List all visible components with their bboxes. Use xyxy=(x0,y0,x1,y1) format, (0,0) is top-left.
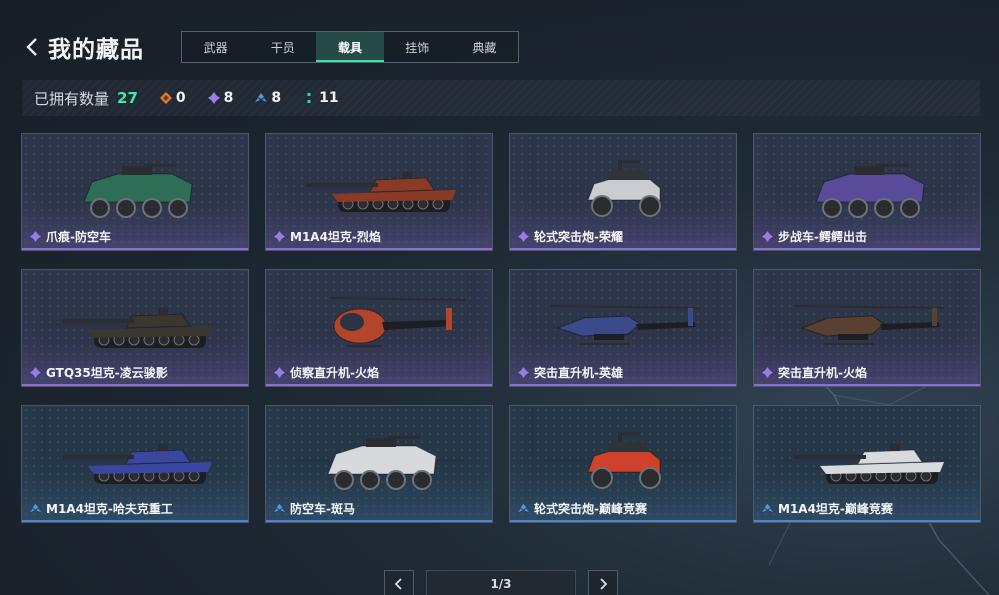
item-label: 轮式突击炮-巅峰竞赛 xyxy=(518,500,647,517)
item-name: 步战车-鳄鳄出击 xyxy=(778,230,867,244)
purple-rarity-icon xyxy=(762,367,773,378)
orange-rarity-icon xyxy=(159,92,172,104)
item-name: 轮式突击炮-巅峰竞赛 xyxy=(534,502,647,516)
collection-card[interactable]: 轮式突击炮-巅峰竞赛 xyxy=(509,405,737,523)
item-label: GTQ35坦克-凌云骏影 xyxy=(30,364,168,381)
rarity-underline xyxy=(510,384,736,386)
collection-card[interactable]: M1A4坦克-烈焰 xyxy=(265,133,493,251)
purple-rarity-icon xyxy=(274,231,285,242)
item-name: 突击直升机-火焰 xyxy=(778,366,867,380)
item-label: 步战车-鳄鳄出击 xyxy=(762,228,867,245)
rarity-purple: 8 xyxy=(207,90,234,106)
rarity-orange: 0 xyxy=(159,90,186,106)
rarity-blue: 8 xyxy=(255,90,281,106)
tab-vehicles[interactable]: 载具 xyxy=(316,32,384,62)
rarity-underline xyxy=(510,520,736,522)
item-name: 侦察直升机-火焰 xyxy=(290,366,379,380)
purple-rarity-icon xyxy=(30,367,41,378)
item-name: 防空车-斑马 xyxy=(290,502,355,516)
rarity-underline xyxy=(22,248,248,250)
chevron-left-icon xyxy=(394,578,402,590)
tab-label: 干员 xyxy=(270,40,295,55)
rarity-underline xyxy=(510,248,736,250)
owned-label: 已拥有数量 xyxy=(34,89,110,108)
tab-label: 挂饰 xyxy=(405,40,430,55)
item-label: M1A4坦克-巅峰竞赛 xyxy=(762,500,893,517)
collection-card[interactable]: 突击直升机-火焰 xyxy=(753,269,981,387)
rarity-underline xyxy=(754,248,980,250)
page-title: 我的藏品 xyxy=(48,37,144,63)
header: 我的藏品 xyxy=(22,30,144,64)
blue-rarity-icon xyxy=(30,503,41,514)
rarity-underline xyxy=(22,520,248,522)
item-label: 侦察直升机-火焰 xyxy=(274,364,379,381)
page-indicator: 1/3 xyxy=(426,570,576,595)
blue-rarity-icon xyxy=(255,92,268,104)
item-label: M1A4坦克-哈夫克重工 xyxy=(30,500,173,517)
tab-collection[interactable]: 典藏 xyxy=(451,32,518,62)
category-tabs: 武器 干员 载具 挂饰 典藏 xyxy=(181,31,519,63)
purple-rarity-icon xyxy=(518,231,529,242)
item-name: 爪痕-防空车 xyxy=(46,230,111,244)
rarity-count: 0 xyxy=(175,90,186,106)
rarity-underline xyxy=(266,384,492,386)
collection-card[interactable]: M1A4坦克-巅峰竞赛 xyxy=(753,405,981,523)
owned-count: 27 xyxy=(117,89,138,107)
blue-rarity-icon xyxy=(518,503,529,514)
collection-card[interactable]: 突击直升机-英雄 xyxy=(509,269,737,387)
collection-card[interactable]: 爪痕-防空车 xyxy=(21,133,249,251)
rarity-count: 8 xyxy=(271,90,282,106)
item-label: 轮式突击炮-荣耀 xyxy=(518,228,623,245)
rarity-count: 8 xyxy=(223,90,234,106)
collection-card[interactable]: 防空车-斑马 xyxy=(265,405,493,523)
blue-rarity-icon xyxy=(762,503,773,514)
rarity-underline xyxy=(266,520,492,522)
tab-weapons[interactable]: 武器 xyxy=(182,32,249,62)
rarity-underline xyxy=(22,384,248,386)
blue-rarity-icon xyxy=(274,503,285,514)
item-label: 防空车-斑马 xyxy=(274,500,355,517)
item-label: M1A4坦克-烈焰 xyxy=(274,228,381,245)
item-name: GTQ35坦克-凌云骏影 xyxy=(46,366,168,380)
item-name: M1A4坦克-哈夫克重工 xyxy=(46,502,173,516)
chevron-left-icon xyxy=(26,38,37,56)
tab-label: 典藏 xyxy=(472,40,497,55)
item-name: 轮式突击炮-荣耀 xyxy=(534,230,623,244)
previous-page-button[interactable] xyxy=(384,570,414,595)
item-name: M1A4坦克-烈焰 xyxy=(290,230,381,244)
purple-rarity-icon xyxy=(518,367,529,378)
back-button[interactable] xyxy=(22,32,42,62)
rarity-count: 11 xyxy=(319,90,339,106)
purple-rarity-icon xyxy=(207,92,220,104)
rarity-underline xyxy=(754,520,980,522)
tab-operators[interactable]: 干员 xyxy=(249,32,316,62)
purple-rarity-icon xyxy=(30,231,41,242)
purple-rarity-icon xyxy=(762,231,773,242)
chevron-right-icon xyxy=(600,578,608,590)
rarity-underline xyxy=(754,384,980,386)
collection-card[interactable]: 步战车-鳄鳄出击 xyxy=(753,133,981,251)
item-label: 爪痕-防空车 xyxy=(30,228,111,245)
item-label: 突击直升机-火焰 xyxy=(762,364,867,381)
green-rarity-icon xyxy=(303,92,315,104)
tab-label: 武器 xyxy=(203,40,228,55)
collection-card[interactable]: 侦察直升机-火焰 xyxy=(265,269,493,387)
rarity-underline xyxy=(266,248,492,250)
next-page-button[interactable] xyxy=(588,570,618,595)
item-name: 突击直升机-英雄 xyxy=(534,366,623,380)
purple-rarity-icon xyxy=(274,367,285,378)
collection-card[interactable]: GTQ35坦克-凌云骏影 xyxy=(21,269,249,387)
collection-card[interactable]: 轮式突击炮-荣耀 xyxy=(509,133,737,251)
item-label: 突击直升机-英雄 xyxy=(518,364,623,381)
item-name: M1A4坦克-巅峰竞赛 xyxy=(778,502,893,516)
collection-card[interactable]: M1A4坦克-哈夫克重工 xyxy=(21,405,249,523)
pagination: 1/3 xyxy=(384,570,618,595)
tab-label: 载具 xyxy=(338,40,363,55)
ownership-stats: 已拥有数量 27 0 8 8 11 xyxy=(22,80,980,116)
tab-charms[interactable]: 挂饰 xyxy=(384,32,451,62)
rarity-green: 11 xyxy=(303,90,339,106)
